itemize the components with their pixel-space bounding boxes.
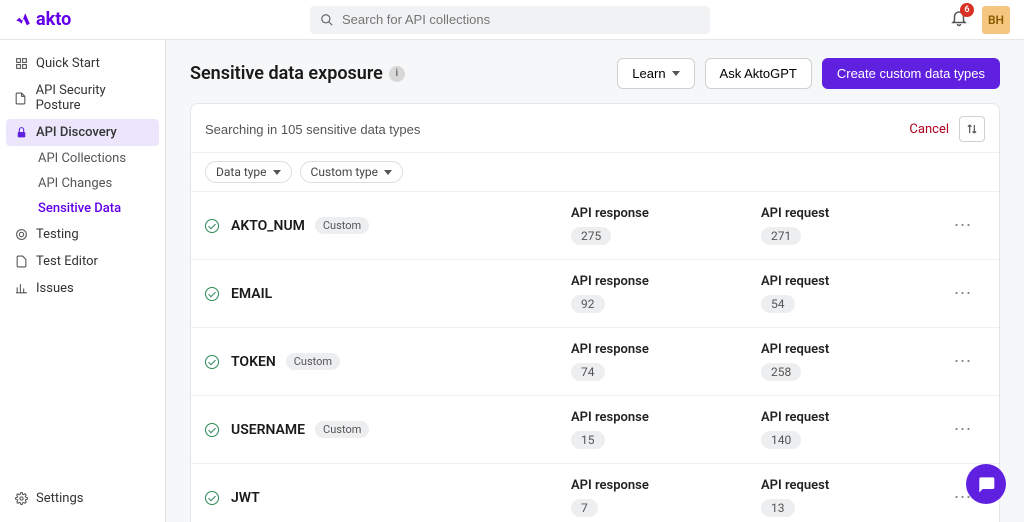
grid-icon — [14, 57, 28, 71]
status-check-icon — [205, 490, 221, 506]
col-response-label: API response — [571, 274, 671, 289]
target-icon — [14, 228, 28, 242]
request-count: 140 — [761, 431, 801, 449]
sidebar-item-test-editor[interactable]: Test Editor — [6, 248, 159, 275]
row-name: JWT — [231, 490, 260, 506]
sidebar-item-label: API Security Posture — [36, 83, 151, 113]
request-count: 271 — [761, 227, 801, 245]
row-more-button[interactable]: ⋯ — [951, 351, 975, 372]
row-name: USERNAME — [231, 422, 305, 438]
sidebar-item-testing[interactable]: Testing — [6, 221, 159, 248]
topbar: akto 6 BH — [0, 0, 1024, 40]
row-more-button[interactable]: ⋯ — [951, 215, 975, 236]
request-count: 54 — [761, 295, 795, 313]
gear-icon — [14, 492, 28, 506]
notifications-button[interactable]: 6 — [950, 9, 968, 31]
sidebar-item-api-discovery[interactable]: API Discovery — [6, 119, 159, 146]
logo-icon — [14, 11, 32, 29]
col-response-label: API response — [571, 342, 671, 357]
col-request-label: API request — [761, 206, 861, 221]
request-count: 13 — [761, 499, 795, 517]
status-check-icon — [205, 422, 221, 438]
sidebar-sub-collections[interactable]: API Collections — [6, 146, 159, 171]
col-request-label: API request — [761, 410, 861, 425]
response-count: 74 — [571, 363, 605, 381]
chevron-down-icon — [672, 71, 680, 76]
table-row[interactable]: USERNAME Custom API response 15 API request 1… — [191, 396, 999, 464]
response-count: 275 — [571, 227, 611, 245]
avatar[interactable]: BH — [982, 6, 1010, 34]
table-row[interactable]: EMAIL API response 92 API request 54 ⋯ — [191, 260, 999, 328]
chevron-down-icon — [384, 170, 392, 175]
sort-icon — [965, 122, 979, 136]
sidebar-item-issues[interactable]: Issues — [6, 275, 159, 302]
sort-button[interactable] — [959, 116, 985, 142]
col-response-label: API response — [571, 206, 671, 221]
global-search[interactable] — [310, 6, 710, 34]
response-count: 7 — [571, 499, 598, 517]
learn-button[interactable]: Learn — [617, 58, 694, 89]
table-row[interactable]: TOKEN Custom API response 74 API request 258 ⋯ — [191, 328, 999, 396]
chat-icon — [976, 474, 996, 494]
request-count: 258 — [761, 363, 801, 381]
sidebar-item-quick-start[interactable]: Quick Start — [6, 50, 159, 77]
sidebar-sub-changes[interactable]: API Changes — [6, 171, 159, 196]
col-request-label: API request — [761, 274, 861, 289]
brand-text: akto — [36, 9, 71, 30]
response-count: 92 — [571, 295, 605, 313]
row-name: AKTO_NUM — [231, 218, 305, 234]
status-check-icon — [205, 218, 221, 234]
cancel-link[interactable]: Cancel — [909, 122, 949, 137]
row-name: EMAIL — [231, 286, 272, 302]
custom-tag: Custom — [315, 217, 369, 234]
search-input[interactable] — [342, 12, 700, 27]
row-more-button[interactable]: ⋯ — [951, 419, 975, 440]
response-count: 15 — [571, 431, 605, 449]
search-icon — [320, 13, 334, 27]
chevron-down-icon — [273, 170, 281, 175]
col-response-label: API response — [571, 410, 671, 425]
col-request-label: API request — [761, 342, 861, 357]
table-row[interactable]: AKTO_NUM Custom API response 275 API request… — [191, 192, 999, 260]
notification-count: 6 — [960, 3, 974, 17]
row-more-button[interactable]: ⋯ — [951, 283, 975, 304]
main-content: Sensitive data exposure i Learn Ask Akto… — [166, 40, 1024, 522]
brand-logo[interactable]: akto — [14, 9, 71, 30]
info-icon[interactable]: i — [389, 66, 405, 82]
status-check-icon — [205, 286, 221, 302]
custom-tag: Custom — [286, 353, 340, 370]
table-row[interactable]: JWTAPI response7API request13⋯ — [191, 464, 999, 522]
sidebar-item-label: Issues — [36, 281, 74, 296]
col-request-label: API request — [761, 478, 861, 493]
panel-search-input[interactable] — [205, 122, 909, 137]
sidebar: Quick Start API Security Posture API Dis… — [0, 40, 166, 522]
sidebar-item-security-posture[interactable]: API Security Posture — [6, 77, 159, 119]
ask-aktogpt-button[interactable]: Ask AktoGPT — [705, 58, 812, 89]
filter-custom-type[interactable]: Custom type — [300, 161, 403, 183]
sidebar-item-label: Testing — [36, 227, 79, 242]
sidebar-sub-sensitive[interactable]: Sensitive Data — [6, 196, 159, 221]
sidebar-item-label: API Discovery — [36, 125, 117, 140]
sidebar-item-label: Settings — [36, 491, 83, 506]
col-response-label: API response — [571, 478, 671, 493]
chart-icon — [14, 282, 28, 296]
custom-tag: Custom — [315, 421, 369, 438]
file-icon — [14, 91, 28, 105]
filter-data-type[interactable]: Data type — [205, 161, 292, 183]
sidebar-item-label: Quick Start — [36, 56, 100, 71]
sidebar-item-settings[interactable]: Settings — [6, 485, 159, 512]
lock-icon — [14, 126, 28, 140]
create-data-types-button[interactable]: Create custom data types — [822, 58, 1000, 89]
status-check-icon — [205, 354, 221, 370]
sidebar-item-label: Test Editor — [36, 254, 98, 269]
chat-fab[interactable] — [966, 464, 1006, 504]
page-title: Sensitive data exposure i — [190, 63, 405, 84]
data-panel: Cancel Data type Custom type AKTO_NUM Cus… — [190, 103, 1000, 522]
document-icon — [14, 255, 28, 269]
row-name: TOKEN — [231, 354, 276, 370]
